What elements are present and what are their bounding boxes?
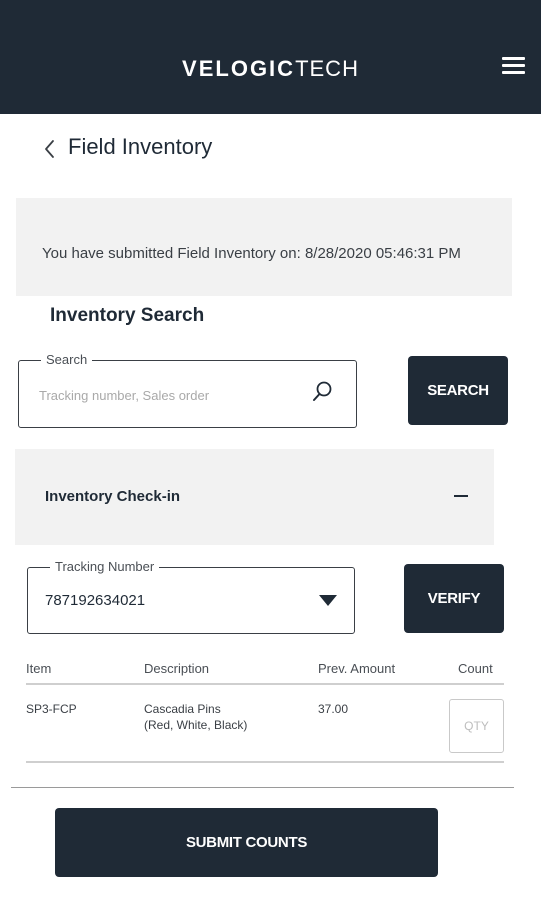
tracking-number-select[interactable]: Tracking Number 787192634021	[27, 559, 355, 634]
app-header: VELOGICTECH	[0, 0, 541, 114]
minus-icon[interactable]	[454, 495, 468, 497]
notice-text: You have submitted Field Inventory on: 8…	[42, 245, 461, 262]
search-input[interactable]	[39, 383, 309, 407]
submission-notice: You have submitted Field Inventory on: 8…	[16, 198, 512, 296]
verify-button[interactable]: VERIFY	[404, 564, 504, 633]
column-header-count: Count	[458, 661, 493, 676]
column-header-prev-amount: Prev. Amount	[318, 661, 396, 676]
inventory-check-in-title: Inventory Check-in	[45, 488, 181, 505]
page-title: Field Inventory	[68, 134, 213, 159]
search-icon[interactable]	[310, 379, 334, 405]
row-description-line1: Cascadia Pins	[144, 702, 221, 716]
tracking-number-label: Tracking Number	[50, 559, 160, 575]
qty-input[interactable]	[449, 699, 504, 753]
brand-name-bold: VELOGIC	[182, 56, 296, 81]
search-label: Search	[41, 352, 93, 368]
submit-counts-button[interactable]: SUBMIT COUNTS	[55, 808, 438, 877]
chevron-left-icon[interactable]	[36, 132, 66, 166]
table-row-divider	[26, 761, 504, 763]
row-item: SP3-FCP	[26, 702, 77, 716]
inventory-search-title: Inventory Search	[50, 305, 205, 326]
brand-name-light: TECH	[295, 56, 359, 81]
search-field[interactable]: Search	[18, 352, 357, 428]
table-header-divider	[26, 683, 504, 685]
column-header-item: Item	[26, 661, 52, 676]
hamburger-menu-icon[interactable]	[496, 50, 532, 82]
row-description-line2: (Red, White, Black)	[144, 718, 248, 732]
search-button[interactable]: SEARCH	[408, 356, 508, 425]
inventory-check-in-accordion[interactable]: Inventory Check-in	[15, 449, 494, 545]
row-prev-amount: 37.00	[318, 702, 349, 716]
column-header-description: Description	[144, 661, 210, 676]
footer-divider	[11, 787, 514, 788]
brand-logo: VELOGICTECH	[0, 56, 541, 82]
triangle-down-icon[interactable]	[319, 595, 337, 606]
tracking-number-value: 787192634021	[45, 592, 146, 609]
